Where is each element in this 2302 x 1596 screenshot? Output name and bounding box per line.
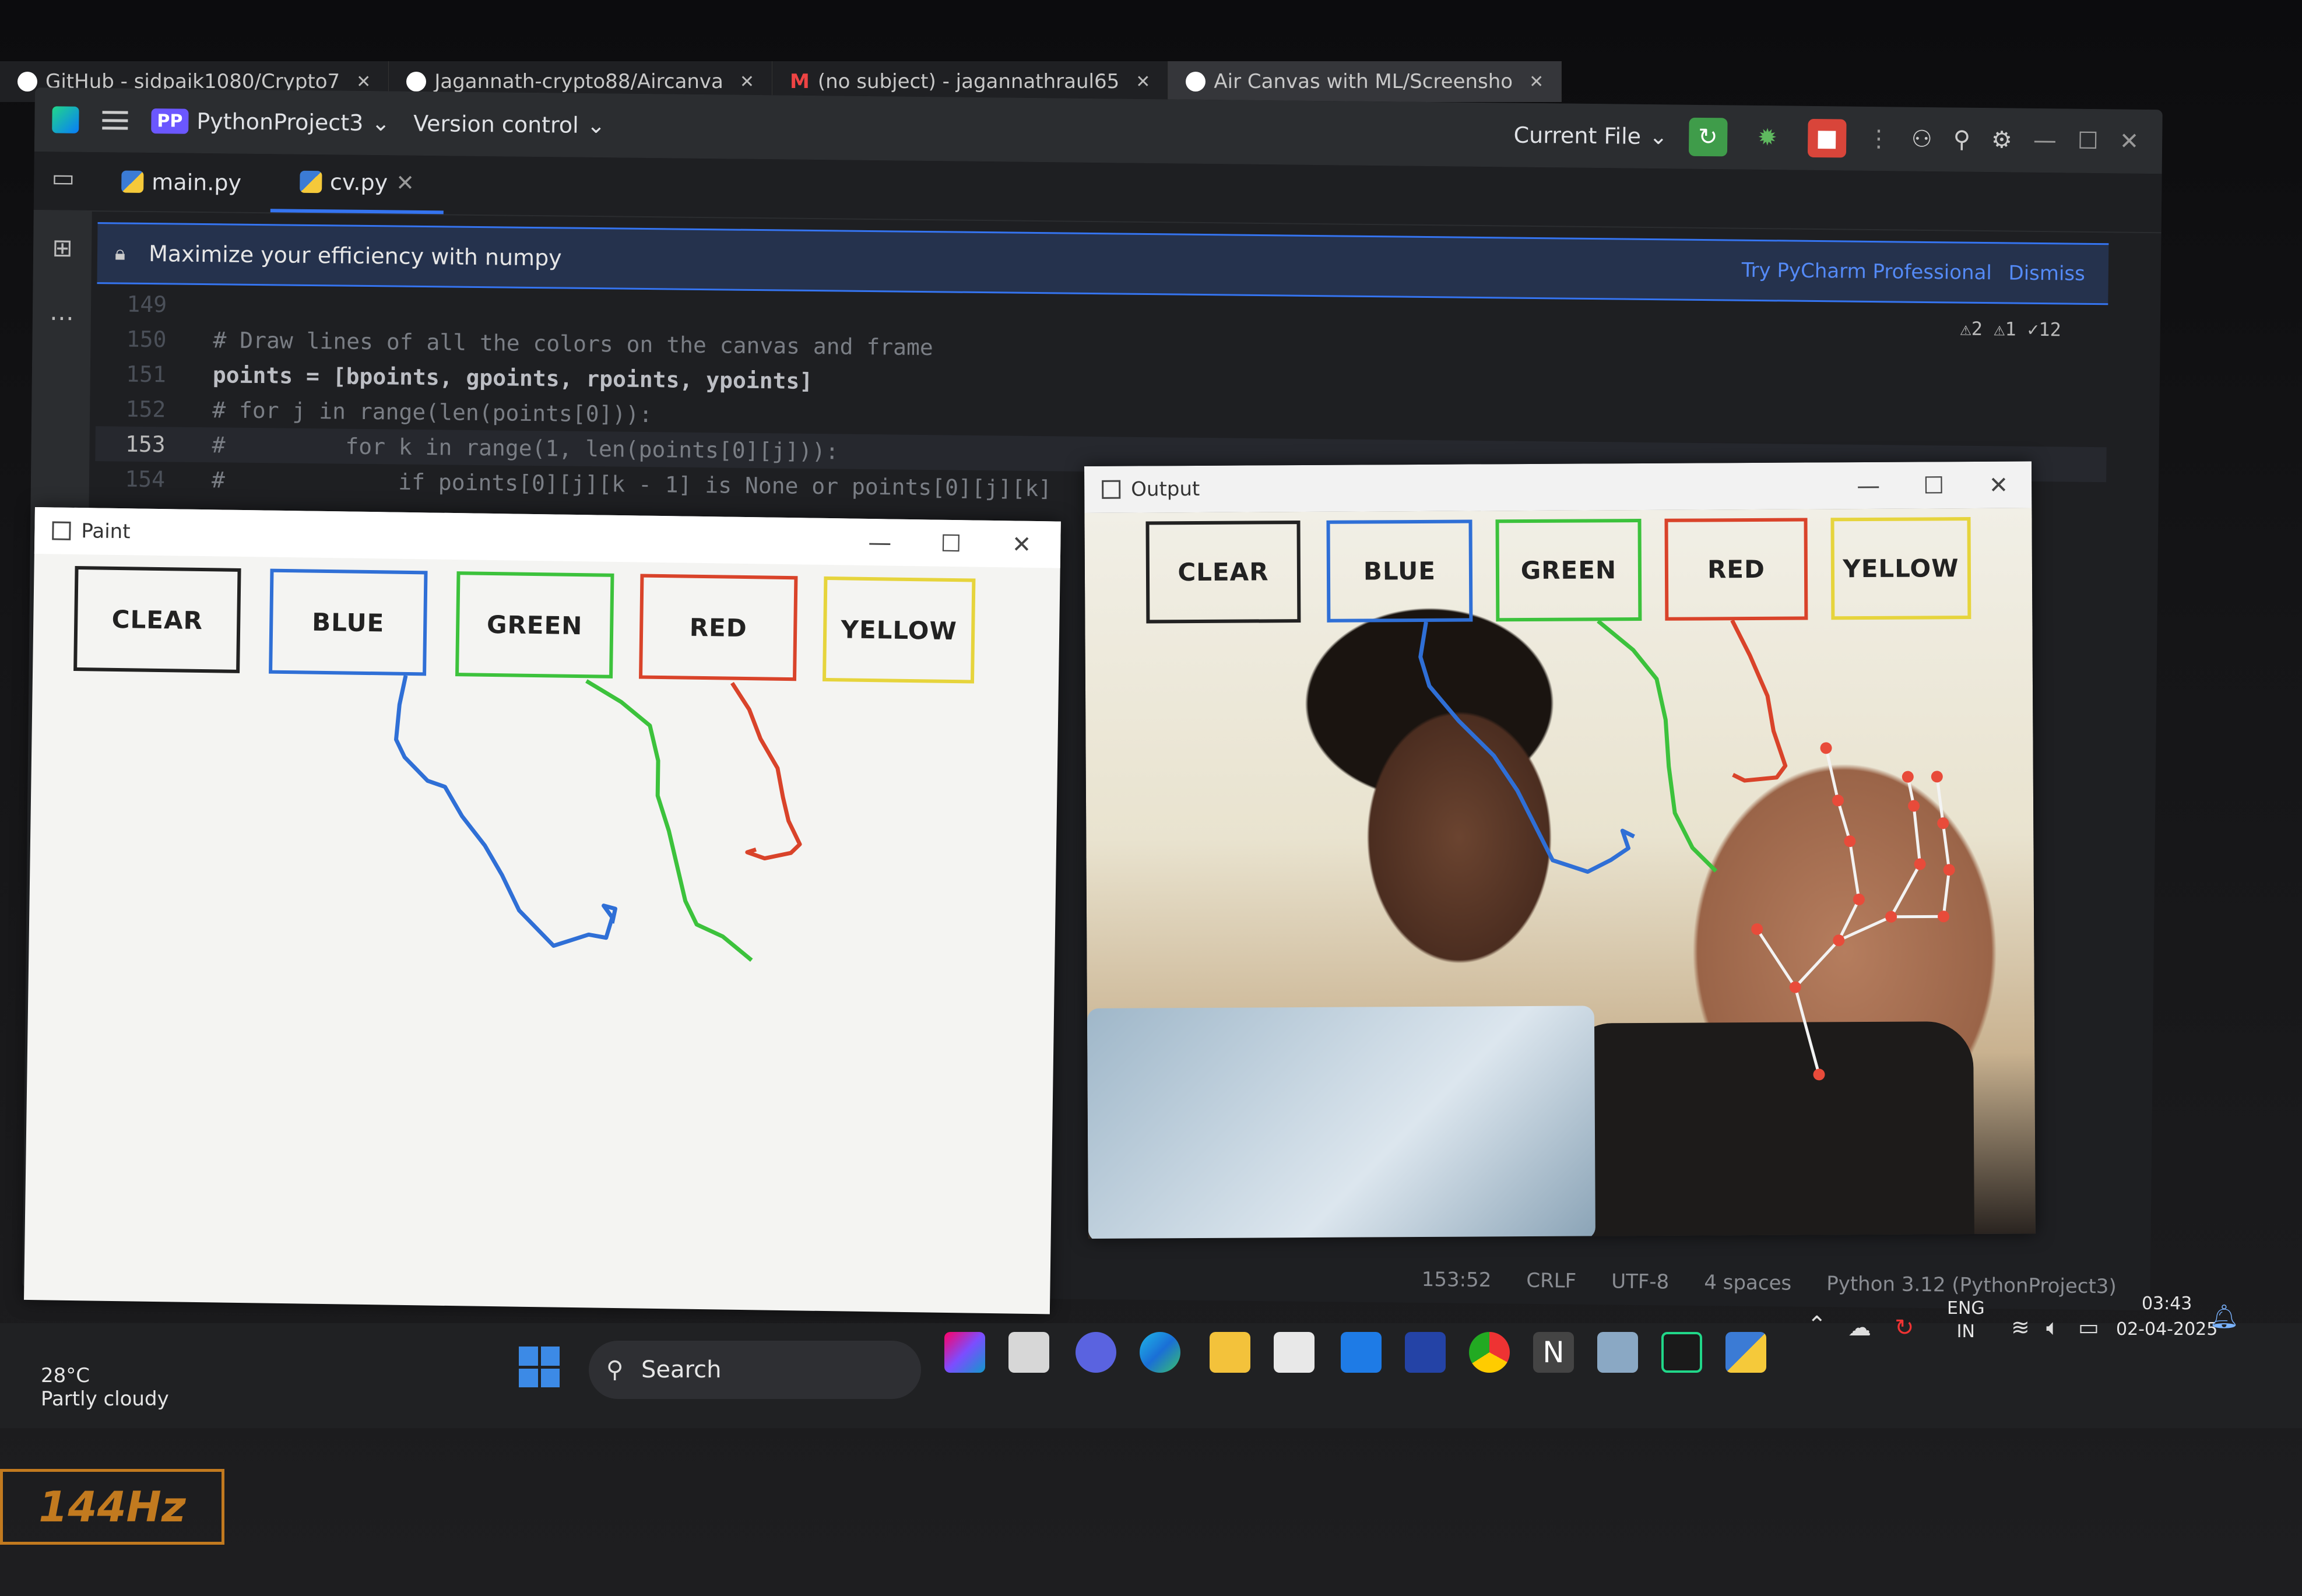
- project-selector[interactable]: PP PythonProject3 ⌄: [151, 108, 390, 136]
- run-config-selector[interactable]: Current File ⌄: [1513, 122, 1668, 150]
- status-bar: 153:52 CRLF UTF-8 4 spaces Python 3.12 (…: [1421, 1268, 2117, 1299]
- chrome-icon[interactable]: [1469, 1332, 1510, 1373]
- output-window: Output — ☐ ✕ CLEAR BLUE GREEN RED YELLOW: [1084, 461, 2036, 1239]
- close-icon[interactable]: ✕: [2119, 128, 2139, 154]
- notification-bell-icon[interactable]: 🔔︎: [2209, 1303, 2239, 1330]
- battery-icon[interactable]: ▭: [2078, 1314, 2099, 1340]
- settings-icon[interactable]: ⚙: [1991, 126, 2012, 153]
- weather-widget[interactable]: 28°C Partly cloudy: [12, 1364, 169, 1411]
- output-overlay: [1418, 619, 1955, 1081]
- taskbar-search[interactable]: ⚲ Search: [589, 1341, 921, 1399]
- lock-icon: 🔒︎: [114, 241, 126, 265]
- inspection-summary[interactable]: ⚠2 ⚠1 ✓12: [1960, 318, 2061, 341]
- taskbar-clock[interactable]: 03:43 02-04-2025: [2116, 1291, 2217, 1342]
- rerun-button[interactable]: ↻: [1688, 117, 1728, 157]
- wifi-icon[interactable]: ≋: [2011, 1314, 2030, 1340]
- ide-logo-icon[interactable]: [52, 106, 79, 133]
- search-icon[interactable]: ⚲: [1953, 126, 1970, 153]
- main-menu-button[interactable]: [102, 111, 128, 130]
- red-stroke: [730, 681, 802, 861]
- language-indicator[interactable]: ENG IN: [1947, 1297, 1985, 1344]
- cloud-icon[interactable]: ☁: [1848, 1314, 1871, 1341]
- task-view-icon[interactable]: [1008, 1332, 1049, 1373]
- store-icon[interactable]: [1274, 1332, 1315, 1373]
- green-stroke: [1597, 619, 1718, 873]
- notion-icon[interactable]: N: [1533, 1332, 1574, 1373]
- search-icon: ⚲: [606, 1356, 624, 1383]
- close-icon[interactable]: ✕: [396, 170, 414, 195]
- python-file-icon: [121, 170, 144, 193]
- blue-stroke: [393, 675, 617, 948]
- code-line: 149: [126, 291, 167, 318]
- maximize-icon[interactable]: ☐: [2078, 128, 2099, 154]
- structure-icon[interactable]: ⊞: [48, 233, 77, 262]
- paint-window: Paint — ☐ ✕ CLEAR BLUE GREEN RED YELLOW: [24, 507, 1061, 1314]
- red-stroke: [1730, 619, 1788, 783]
- stop-icon: ■: [1815, 124, 1838, 152]
- close-icon[interactable]: ✕: [1529, 72, 1544, 92]
- debug-button[interactable]: ✹: [1748, 118, 1787, 157]
- folder-icon[interactable]: ▭: [49, 163, 78, 192]
- chevron-down-icon: ⌄: [586, 112, 606, 139]
- rerun-icon: ↻: [1697, 123, 1718, 151]
- chat-icon[interactable]: [1076, 1332, 1116, 1373]
- weather-desc: Partly cloudy: [41, 1387, 169, 1411]
- gmail-icon: M: [790, 70, 810, 93]
- app-icon[interactable]: [1405, 1332, 1446, 1373]
- more-icon[interactable]: ⋯: [48, 303, 76, 332]
- weather-temp: 28°C: [41, 1364, 90, 1387]
- close-icon[interactable]: ✕: [356, 72, 371, 92]
- close-icon[interactable]: ✕: [1136, 72, 1150, 92]
- close-icon[interactable]: ✕: [740, 72, 754, 92]
- stop-button[interactable]: ■: [1807, 118, 1847, 158]
- code-line: 152 # for j in range(len(points[0])):: [125, 396, 653, 428]
- chevron-down-icon: ⌄: [1649, 124, 1668, 150]
- github-icon: [406, 72, 427, 92]
- volume-icon[interactable]: 🔈︎: [2046, 1314, 2060, 1341]
- pycharm-icon[interactable]: [1661, 1332, 1702, 1373]
- file-explorer-icon[interactable]: [1210, 1332, 1250, 1373]
- tab-cv-py[interactable]: cv.py ✕: [270, 154, 444, 215]
- python-icon[interactable]: [1725, 1332, 1766, 1373]
- tab-main-py[interactable]: main.py: [92, 152, 271, 212]
- github-icon: [17, 72, 37, 92]
- green-stroke: [585, 679, 753, 962]
- hamburger-icon: [102, 111, 128, 130]
- paint-canvas[interactable]: [24, 507, 1061, 1314]
- hand-landmarks: [1756, 747, 1951, 1075]
- blue-stroke: [1418, 621, 1635, 874]
- add-user-icon[interactable]: ⚇: [1911, 126, 1932, 153]
- github-icon: [1186, 72, 1206, 92]
- ide-toolbar-right: Current File ⌄ ↻ ✹ ■ ⋮ ⚇ ⚲ ⚙ — ☐ ✕: [1513, 103, 2139, 174]
- edge-icon[interactable]: [1140, 1332, 1180, 1373]
- refresh-rate-badge: 144Hz: [0, 1469, 224, 1545]
- browser-tab-active[interactable]: Air Canvas with ML/Screensho ✕: [1168, 61, 1562, 102]
- dismiss-link[interactable]: Dismiss: [2008, 261, 2085, 285]
- dropbox-icon[interactable]: [1341, 1332, 1382, 1373]
- python-file-icon: [299, 170, 322, 194]
- vcs-menu[interactable]: Version control ⌄: [413, 111, 606, 138]
- try-pycharm-link[interactable]: Try PyCharm Professional: [1742, 259, 1992, 284]
- photos-icon[interactable]: [1597, 1332, 1638, 1373]
- sync-icon[interactable]: ↻: [1895, 1314, 1914, 1341]
- chevron-up-icon[interactable]: ⌃: [1807, 1312, 1827, 1338]
- bug-icon: ✹: [1757, 124, 1777, 152]
- more-icon[interactable]: ⋮: [1867, 125, 1890, 152]
- minimize-icon[interactable]: —: [2033, 127, 2057, 154]
- windows-start-icon[interactable]: [519, 1347, 560, 1387]
- chevron-down-icon: ⌄: [371, 110, 391, 136]
- copilot-icon[interactable]: [944, 1332, 985, 1373]
